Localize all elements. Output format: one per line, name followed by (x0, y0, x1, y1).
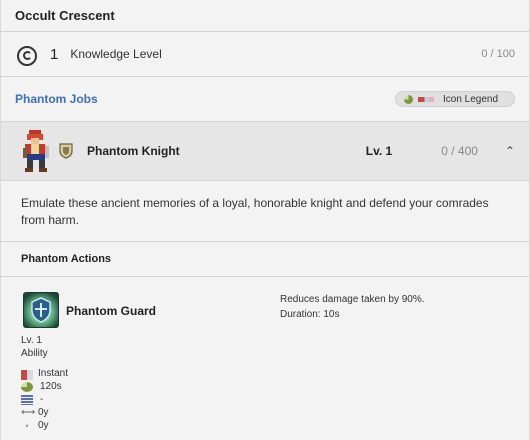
icon-legend-label: Icon Legend (443, 93, 499, 105)
cast-bar-icon (418, 96, 434, 102)
stat-radius: • 0y (21, 419, 68, 432)
range-arrow-icon: ⟷ (21, 406, 36, 418)
action-effect: Reduces damage taken by 90%. (280, 294, 425, 305)
mp-cost-icon (21, 394, 33, 405)
recast-pie-icon (404, 94, 413, 104)
action-description: Reduces damage taken by 90%. Duration: 1… (280, 292, 425, 322)
chevron-up-icon[interactable]: ⌃ (505, 144, 515, 158)
recast-pie-icon (21, 381, 33, 392)
panel-header: Occult Crescent (1, 0, 529, 32)
action-phantom-guard: Phantom Guard Reduces damage taken by 90… (1, 277, 529, 431)
action-level: Lv. 1 (21, 335, 42, 346)
recast-value: 120s (40, 381, 62, 392)
radius-dot-icon: • (25, 420, 29, 431)
phantom-actions-title: Phantom Actions (1, 242, 529, 277)
cast-bar-icon (21, 369, 33, 380)
job-level: Lv. 1 (365, 144, 393, 158)
knowledge-level-value: 1 (50, 45, 59, 63)
stat-cast: Instant (21, 367, 68, 380)
cast-value: Instant (38, 368, 69, 379)
action-name: Phantom Guard (66, 304, 157, 318)
action-type: Ability (21, 348, 48, 359)
panel-title: Occult Crescent (15, 8, 115, 23)
phantom-guard-icon (23, 292, 59, 328)
job-name: Phantom Knight (87, 144, 180, 158)
range-value: 0y (38, 407, 49, 418)
crescent-icon (17, 46, 37, 66)
shield-crest-icon (59, 143, 73, 159)
phantom-jobs-title: Phantom Jobs (15, 92, 98, 106)
icon-legend-button[interactable]: Icon Legend (395, 91, 515, 107)
phantom-jobs-header: Phantom Jobs Icon Legend (1, 77, 529, 121)
stat-range: ⟷ 0y (21, 406, 68, 419)
knowledge-level-progress: 0 / 100 (481, 48, 515, 60)
job-experience: 0 / 400 (441, 144, 478, 158)
job-row-phantom-knight[interactable]: Phantom Knight Lv. 1 0 / 400 ⌃ (1, 121, 529, 181)
job-description: Emulate these ancient memories of a loya… (1, 181, 529, 242)
knowledge-level-row: 1 Knowledge Level 0 / 100 (1, 32, 529, 77)
occult-crescent-panel: Occult Crescent 1 Knowledge Level 0 / 10… (0, 0, 530, 440)
action-duration: Duration: 10s (280, 309, 340, 320)
stat-recast: 120s (21, 380, 68, 393)
knowledge-level-label: Knowledge Level (70, 47, 162, 61)
radius-value: 0y (38, 420, 49, 431)
knight-sprite-icon (23, 130, 49, 172)
action-stats: Lv. 1 Ability Instant 120s - ⟷ 0y • 0y (21, 334, 68, 432)
stat-mp: - (21, 393, 68, 406)
mp-value: - (40, 394, 44, 405)
